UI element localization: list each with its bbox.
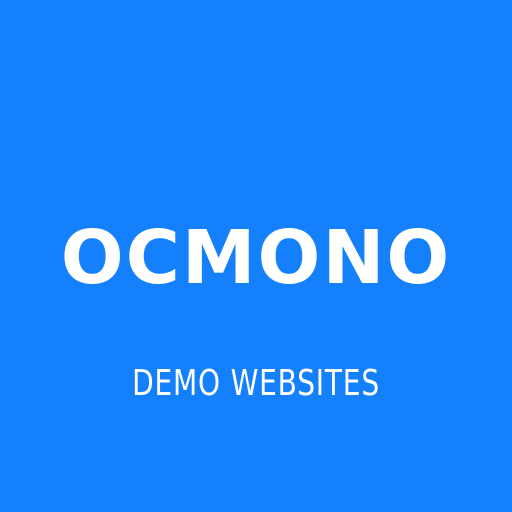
brand-splash: OCMONO DEMO WEBSITES xyxy=(0,0,512,512)
brand-logo: OCMONO xyxy=(60,215,452,301)
brand-tagline: DEMO WEBSITES xyxy=(132,363,380,404)
